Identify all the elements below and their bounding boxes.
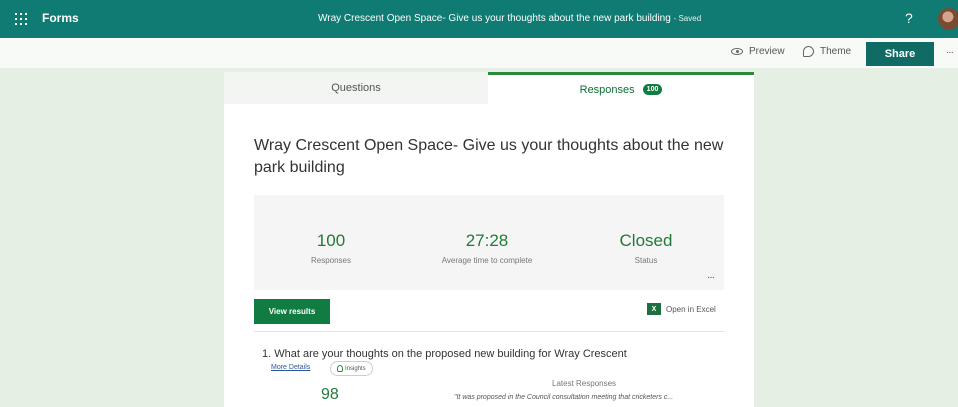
tab-responses-label: Responses	[579, 83, 635, 96]
question-response-count: 98	[321, 386, 339, 403]
theme-label: Theme	[820, 46, 852, 57]
preview-label: Preview	[749, 46, 785, 57]
view-results-button[interactable]: View results	[254, 299, 330, 324]
latest-responses-label: Latest Responses	[552, 379, 617, 388]
document-title: Wray Crescent Open Space- Give us your t…	[318, 13, 701, 24]
help-icon[interactable]: ?	[905, 10, 913, 26]
open-in-excel-label: Open in Excel	[666, 304, 716, 314]
excel-icon: X	[647, 303, 661, 315]
open-in-excel-link[interactable]: X Open in Excel	[647, 303, 716, 315]
tab-questions[interactable]: Questions	[224, 72, 488, 104]
stat-responses-value: 100	[316, 231, 346, 250]
document-title-text: Wray Crescent Open Space- Give us your t…	[318, 13, 671, 24]
form-title: Wray Crescent Open Space- Give us your t…	[254, 137, 724, 176]
divider	[254, 331, 724, 332]
command-bar: Preview Theme Share ···	[0, 38, 958, 68]
tab-responses[interactable]: Responses 100	[488, 72, 754, 104]
summary-more-icon[interactable]: ···	[707, 272, 715, 283]
stat-average-time-label: Average time to complete	[441, 256, 533, 265]
insights-button[interactable]: Insights	[330, 361, 373, 376]
stat-status: Closed Status	[581, 231, 711, 265]
more-options-icon[interactable]: ···	[946, 47, 954, 58]
tab-questions-label: Questions	[331, 82, 381, 94]
stat-responses-label: Responses	[310, 256, 352, 265]
summary-panel: 100 Responses 27:28 Average time to comp…	[254, 195, 724, 290]
stat-responses: 100 Responses	[266, 231, 396, 265]
preview-button[interactable]: Preview	[731, 46, 785, 57]
theme-button[interactable]: Theme	[803, 46, 851, 57]
responses-count-badge: 100	[642, 84, 663, 95]
stat-average-time: 27:28 Average time to complete	[422, 231, 552, 265]
question-title: 1. What are your thoughts on the propose…	[262, 348, 627, 360]
lightbulb-icon	[337, 365, 343, 372]
app-name[interactable]: Forms	[42, 11, 79, 25]
stat-status-label: Status	[634, 256, 658, 265]
more-details-link[interactable]: More Details	[271, 364, 310, 371]
avatar[interactable]	[938, 8, 958, 30]
share-button[interactable]: Share	[866, 42, 934, 66]
stat-average-time-value: 27:28	[465, 231, 509, 250]
eye-icon	[731, 48, 743, 55]
saved-status: - Saved	[673, 14, 702, 23]
palette-icon	[803, 46, 814, 57]
form-card: Questions Responses 100 Wray Crescent Op…	[224, 72, 754, 407]
insights-label: Insights	[345, 365, 366, 372]
app-launcher-icon[interactable]	[15, 13, 27, 25]
top-bar: Forms Wray Crescent Open Space- Give us …	[0, 0, 958, 38]
latest-response-text: "It was proposed in the Council consulta…	[454, 394, 674, 401]
stat-status-value: Closed	[619, 231, 673, 250]
